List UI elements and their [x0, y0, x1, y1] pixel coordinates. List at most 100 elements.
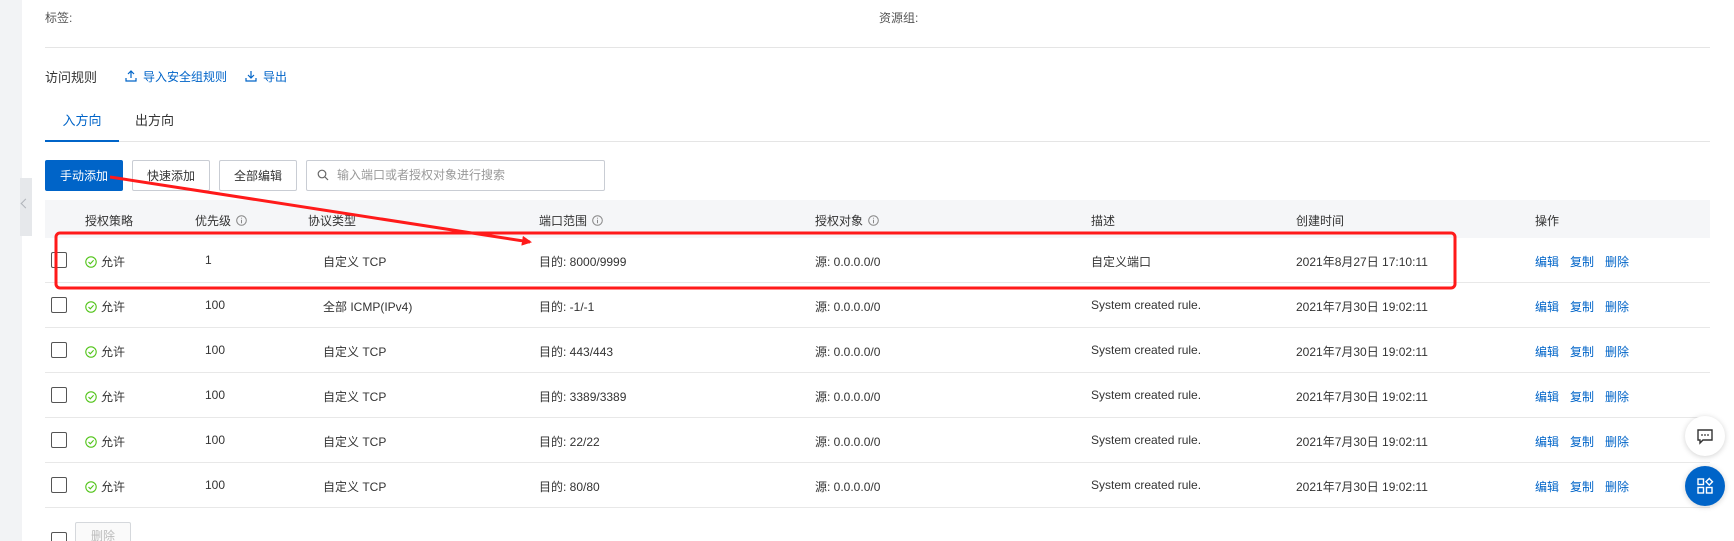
toolbar: 手动添加 快速添加 全部编辑: [45, 159, 606, 191]
cell-created: 2021年7月30日 19:02:11: [1296, 435, 1428, 449]
edit-link[interactable]: 编辑: [1535, 343, 1559, 360]
policy-label: 允许: [101, 435, 126, 449]
rules-header: 访问规则 导入安全组规则 导出: [45, 66, 305, 86]
delete-link[interactable]: 删除: [1605, 433, 1629, 450]
check-circle-icon: [85, 345, 97, 358]
direction-tabs: 入方向 出方向: [45, 108, 1710, 142]
check-circle-icon: [85, 435, 97, 448]
cell-actions: 编辑 复制 删除: [1535, 253, 1640, 270]
table-header: 授权策略 优先级 协议类型 端口范围 授权对象 描述 创建时间 操作: [45, 200, 1710, 238]
row-checkbox[interactable]: [51, 342, 67, 358]
delete-link[interactable]: 删除: [1605, 388, 1629, 405]
left-gutter: [0, 0, 22, 541]
tab-inbound[interactable]: 入方向: [45, 108, 119, 142]
header-policy: 授权策略: [85, 212, 133, 229]
import-rules-label: 导入安全组规则: [143, 69, 228, 84]
search-box: [306, 159, 606, 191]
sidebar-collapse-handle[interactable]: [20, 178, 32, 236]
cell-actions: 编辑 复制 删除: [1535, 478, 1640, 495]
cell-protocol: 自定义 TCP: [323, 435, 387, 449]
table-row: 允许 100 自定义 TCP 目的: 80/80 源: 0.0.0.0/0 System …: [45, 463, 1710, 508]
copy-link[interactable]: 复制: [1570, 388, 1594, 405]
copy-link[interactable]: 复制: [1570, 433, 1594, 450]
info-circle-icon: [868, 215, 879, 226]
cell-port-range: 目的: 22/22: [539, 435, 600, 449]
copy-link[interactable]: 复制: [1570, 478, 1594, 495]
info-circle-icon: [592, 215, 603, 226]
edit-all-button[interactable]: 全部编辑: [219, 159, 298, 191]
cell-protocol: 自定义 TCP: [323, 345, 387, 359]
cell-created: 2021年7月30日 19:02:11: [1296, 300, 1428, 314]
delete-link[interactable]: 删除: [1605, 298, 1629, 315]
resource-group-label: 资源组:: [879, 11, 919, 25]
cell-policy: 允许: [85, 253, 125, 270]
delete-link[interactable]: 删除: [1605, 478, 1629, 495]
edit-link[interactable]: 编辑: [1535, 433, 1559, 450]
cell-port-range: 目的: 8000/9999: [539, 255, 627, 269]
cell-auth-object: 源: 0.0.0.0/0: [815, 480, 881, 494]
quick-add-button[interactable]: 快速添加: [132, 159, 211, 191]
cell-priority: 100: [205, 343, 226, 357]
upload-icon: [125, 70, 137, 82]
export-link[interactable]: 导出: [245, 68, 287, 85]
cell-actions: 编辑 复制 删除: [1535, 343, 1640, 360]
edit-link[interactable]: 编辑: [1535, 478, 1559, 495]
cell-created: 2021年7月30日 19:02:11: [1296, 480, 1428, 494]
cell-auth-object: 源: 0.0.0.0/0: [815, 345, 881, 359]
cell-protocol: 全部 ICMP(IPv4): [323, 300, 413, 314]
cell-created: 2021年7月30日 19:02:11: [1296, 345, 1428, 359]
cell-description: System created rule.: [1091, 343, 1202, 357]
edit-link[interactable]: 编辑: [1535, 253, 1559, 270]
delete-link[interactable]: 删除: [1605, 253, 1629, 270]
chat-float-button[interactable]: [1685, 416, 1725, 456]
header-port-range: 端口范围: [539, 212, 603, 229]
cell-created: 2021年7月30日 19:02:11: [1296, 390, 1428, 404]
apps-float-button[interactable]: [1685, 466, 1725, 506]
copy-link[interactable]: 复制: [1570, 343, 1594, 360]
cell-policy: 允许: [85, 433, 125, 450]
row-checkbox[interactable]: [51, 297, 67, 313]
import-rules-link[interactable]: 导入安全组规则: [125, 68, 227, 85]
row-checkbox[interactable]: [51, 477, 67, 493]
header-created: 创建时间: [1296, 212, 1344, 229]
edit-link[interactable]: 编辑: [1535, 298, 1559, 315]
bulk-delete-button[interactable]: 删除: [75, 522, 131, 541]
policy-label: 允许: [101, 300, 126, 314]
cell-actions: 编辑 复制 删除: [1535, 388, 1640, 405]
row-checkbox[interactable]: [51, 387, 67, 403]
cell-description: System created rule.: [1091, 298, 1202, 312]
row-checkbox[interactable]: [51, 432, 67, 448]
cell-auth-object: 源: 0.0.0.0/0: [815, 300, 881, 314]
cell-auth-object: 源: 0.0.0.0/0: [815, 435, 881, 449]
delete-link[interactable]: 删除: [1605, 343, 1629, 360]
cell-priority: 100: [205, 388, 226, 402]
cell-actions: 编辑 复制 删除: [1535, 433, 1640, 450]
cell-description: System created rule.: [1091, 388, 1202, 402]
meta-row: 标签: 资源组:: [45, 9, 1710, 39]
table-row: 允许 100 自定义 TCP 目的: 443/443 源: 0.0.0.0/0 Syste…: [45, 328, 1710, 373]
select-all-checkbox[interactable]: [51, 532, 67, 541]
cell-priority: 100: [205, 478, 226, 492]
cell-policy: 允许: [85, 343, 125, 360]
header-created-label: 创建时间: [1296, 214, 1345, 228]
tab-outbound[interactable]: 出方向: [135, 108, 174, 142]
policy-label: 允许: [101, 255, 126, 269]
copy-link[interactable]: 复制: [1570, 298, 1594, 315]
table-row: 允许 100 自定义 TCP 目的: 3389/3389 源: 0.0.0.0/0 Sys…: [45, 373, 1710, 418]
cell-protocol: 自定义 TCP: [323, 390, 387, 404]
rules-title: 访问规则: [45, 69, 98, 85]
search-input[interactable]: [337, 168, 598, 182]
check-circle-icon: [85, 255, 97, 268]
header-policy-label: 授权策略: [85, 214, 134, 228]
copy-link[interactable]: 复制: [1570, 253, 1594, 270]
edit-link[interactable]: 编辑: [1535, 388, 1559, 405]
cell-protocol: 自定义 TCP: [323, 480, 387, 494]
cell-policy: 允许: [85, 298, 125, 315]
search-icon: [317, 169, 329, 181]
header-auth-object-label: 授权对象: [815, 214, 864, 228]
row-checkbox[interactable]: [51, 252, 67, 268]
apps-icon: [1697, 477, 1714, 494]
cell-priority: 100: [205, 433, 226, 447]
manual-add-button[interactable]: 手动添加: [45, 159, 124, 191]
table-row: 允许 100 自定义 TCP 目的: 22/22 源: 0.0.0.0/0 System …: [45, 418, 1710, 463]
